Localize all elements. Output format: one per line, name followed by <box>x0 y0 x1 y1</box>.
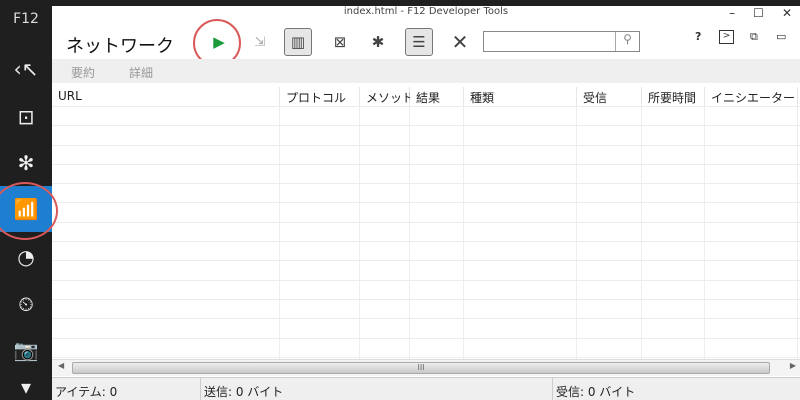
minimize-button[interactable]: – <box>729 6 735 20</box>
window-title: index.html - F12 Developer Tools <box>343 6 509 17</box>
column-header[interactable]: 種類 <box>464 87 577 106</box>
table-row <box>52 241 800 242</box>
table-row <box>52 338 800 339</box>
clear-cookies-button[interactable]: ✱ <box>364 28 392 56</box>
column-divider <box>410 106 464 359</box>
column-header[interactable]: URL <box>52 87 280 106</box>
always-refresh-button[interactable]: ▥ <box>284 28 312 56</box>
sidebar-item-debugger[interactable]: ✻ <box>0 140 52 186</box>
performance-icon: ◔ <box>17 245 35 269</box>
sidebar-item-console[interactable]: ⊡ <box>0 94 52 140</box>
table-row <box>52 125 800 126</box>
console-icon: ⊡ <box>17 105 35 129</box>
table-row <box>52 318 800 319</box>
table-row <box>52 183 800 184</box>
column-header[interactable]: 受信 <box>577 87 642 106</box>
save-icon: ⇲ <box>254 34 266 50</box>
sidebar-item-performance[interactable]: ◔ <box>0 234 52 280</box>
table-row <box>52 260 800 261</box>
sidebar-item-more[interactable]: ▾ <box>0 374 52 400</box>
column-divider <box>360 106 410 359</box>
console-toggle-button[interactable]: > <box>719 30 734 44</box>
sent-bytes: 送信: 0 バイト <box>200 378 283 400</box>
window-x-icon: ⊠ <box>333 33 347 51</box>
server-icon: ▥ <box>290 33 306 51</box>
column-divider <box>280 106 360 359</box>
window-controls: – ☐ ✕ <box>729 6 792 20</box>
table-row <box>52 299 800 300</box>
search-input[interactable]: ⚲ <box>483 31 640 52</box>
column-header[interactable]: プロトコル <box>280 87 360 106</box>
scroll-right-icon[interactable]: ▶ <box>790 361 796 370</box>
column-header[interactable]: メソッド <box>360 87 414 106</box>
table-row <box>52 202 800 203</box>
horizontal-scrollbar[interactable]: ◀ III ▶ <box>52 359 800 376</box>
memory-icon: ⏲ <box>18 292 34 316</box>
column-divider <box>464 106 577 359</box>
status-bar: アイテム: 0 送信: 0 バイト 受信: 0 バイト <box>52 377 800 400</box>
column-header[interactable]: イニシエーター <box>705 87 798 106</box>
more-icon: ▾ <box>20 375 32 399</box>
network-table: URL プロトコル メソッド 結果 種類 受信 所要時間 イニシエーター <box>52 87 800 359</box>
column-divider <box>642 106 705 359</box>
list-x-icon: ☰ <box>412 33 426 51</box>
clear-session-button[interactable]: ✕ <box>446 28 474 56</box>
clear-cache-button[interactable]: ⊠ <box>326 28 354 56</box>
clear-entries-on-navigate-button[interactable]: ☰ <box>405 28 433 56</box>
table-row <box>52 106 800 107</box>
emulation-icon: 📷 <box>13 338 39 362</box>
column-divider <box>52 106 280 359</box>
column-divider <box>577 106 642 359</box>
table-row <box>52 145 800 146</box>
scroll-left-icon[interactable]: ◀ <box>58 361 64 370</box>
undock-button[interactable]: ⧉ <box>750 30 758 44</box>
export-button[interactable]: ⇲ <box>246 28 274 56</box>
received-bytes: 受信: 0 バイト <box>552 378 635 400</box>
sidebar-item-emulation[interactable]: 📷 <box>0 327 52 373</box>
maximize-button[interactable]: ☐ <box>753 6 764 20</box>
help-button[interactable]: ? <box>695 30 701 43</box>
subtabs: 要約 詳細 <box>52 59 800 83</box>
dom-explorer-icon: ‹↖ <box>13 57 39 81</box>
item-count: アイテム: 0 <box>55 385 118 399</box>
cookie-icon: ✱ <box>371 33 385 51</box>
sidebar-item-dom-explorer[interactable]: ‹↖ <box>0 46 52 92</box>
scroll-thumb[interactable]: III <box>72 362 770 374</box>
table-row <box>52 280 800 281</box>
close-button[interactable]: ✕ <box>782 6 792 20</box>
column-header[interactable]: 結果 <box>410 87 464 106</box>
tab-details[interactable]: 詳細 <box>129 64 153 81</box>
table-row <box>52 164 800 165</box>
f12-logo: F12 <box>13 11 39 27</box>
sidebar-item-memory[interactable]: ⏲ <box>0 281 52 327</box>
column-header[interactable]: 所要時間 <box>642 87 705 106</box>
table-row <box>52 357 800 358</box>
debugger-icon: ✻ <box>17 151 35 175</box>
dock-bottom-button[interactable]: ▭ <box>776 30 786 43</box>
search-icon[interactable]: ⚲ <box>615 32 639 51</box>
page-title: ネットワーク <box>66 36 174 57</box>
tab-summary[interactable]: 要約 <box>71 64 95 81</box>
table-row <box>52 222 800 223</box>
column-divider <box>705 106 798 359</box>
